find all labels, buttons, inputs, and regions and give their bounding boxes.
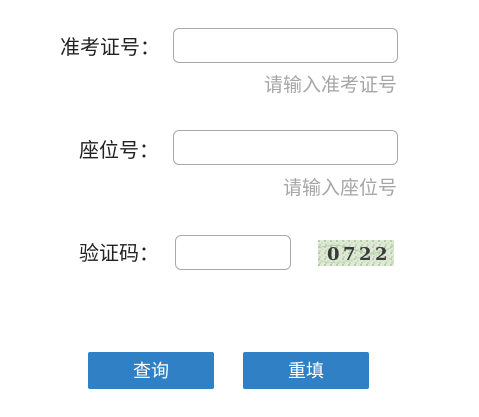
seat-number-input[interactable] (173, 130, 398, 165)
captcha-digit: 7 (343, 244, 356, 265)
query-button[interactable]: 查询 (88, 352, 214, 389)
seat-number-hint: 请输入座位号 (282, 177, 397, 199)
exam-number-input[interactable] (173, 28, 398, 63)
captcha-digit: 2 (359, 244, 372, 265)
reset-button[interactable]: 重填 (243, 352, 369, 389)
exam-number-label: 准考证号： (60, 35, 160, 59)
captcha-image[interactable]: 0 7 2 2 (318, 240, 394, 266)
captcha-label: 验证码： (79, 241, 159, 265)
exam-number-hint: 请输入准考证号 (263, 74, 397, 96)
captcha-digit: 0 (327, 244, 340, 265)
captcha-digit: 2 (375, 244, 388, 265)
captcha-input[interactable] (175, 235, 291, 270)
seat-number-label: 座位号： (79, 138, 159, 162)
